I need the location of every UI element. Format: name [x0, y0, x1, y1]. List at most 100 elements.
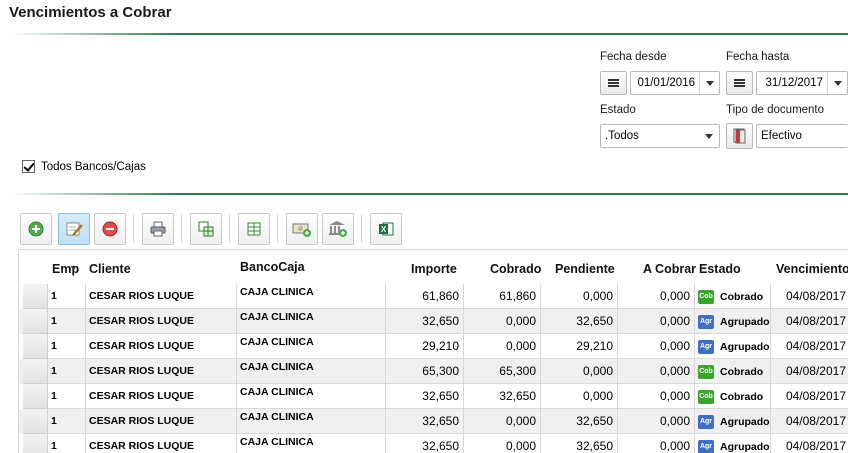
tipo-documento-button[interactable]: [726, 123, 753, 149]
bank-add-button[interactable]: [322, 213, 354, 245]
table-row[interactable]: 1 CESAR RIOS LUQUE CAJA CLINICA 29,210 0,000…: [19, 334, 848, 359]
cell-vencimiento: 04/08/2017: [771, 359, 848, 384]
add-button[interactable]: [20, 213, 52, 245]
cell-pendiente: 29,210: [541, 334, 618, 359]
status-text: Agrupado: [720, 315, 770, 328]
document-icon: [733, 128, 745, 144]
print-button[interactable]: [142, 213, 174, 245]
chevron-down-icon: [705, 80, 714, 86]
row-selector[interactable]: [23, 284, 48, 309]
estado-select[interactable]: .Todos: [600, 124, 720, 148]
agrupado-status-icon: Agr: [698, 439, 714, 453]
table-row[interactable]: 1 CESAR RIOS LUQUE CAJA CLINICA 32,650 0,000…: [19, 434, 848, 453]
tipo-documento-field[interactable]: Efectivo: [756, 124, 848, 148]
cell-vencimiento: 04/08/2017: [771, 409, 848, 434]
todos-bancos-checkbox[interactable]: [22, 160, 35, 173]
estado-label: Estado: [600, 104, 636, 116]
column-header-bancocaja[interactable]: BancoCaja: [240, 260, 305, 274]
fecha-hasta-dropdown[interactable]: [827, 72, 847, 94]
bank-add-icon: [329, 221, 347, 237]
cash-add-button[interactable]: [286, 213, 318, 245]
export-grid-button[interactable]: [190, 213, 222, 245]
agrupado-status-icon: Agr: [698, 314, 714, 329]
table-header: Emp ▼ Cliente BancoCaja Importe Cobrado …: [19, 250, 848, 284]
cell-emp: 1: [48, 384, 86, 409]
cell-cliente: CESAR RIOS LUQUE: [86, 409, 237, 434]
agrupado-status-icon: Agr: [698, 339, 714, 354]
fecha-desde-menu-button[interactable]: [600, 71, 627, 95]
row-selector[interactable]: [23, 334, 48, 359]
cell-importe: 32,650: [386, 384, 464, 409]
excel-icon: X: [379, 222, 394, 236]
cell-emp: 1: [48, 334, 86, 359]
row-selector[interactable]: [23, 384, 48, 409]
table-button[interactable]: [238, 213, 270, 245]
toolbar-separator: [181, 215, 182, 243]
row-selector[interactable]: [23, 434, 48, 453]
row-selector[interactable]: [23, 309, 48, 334]
cell-pendiente: 32,650: [541, 409, 618, 434]
table-icon: [247, 222, 261, 236]
column-header-estado[interactable]: Estado: [699, 262, 741, 276]
cell-bancocaja: CAJA CLINICA: [237, 409, 386, 434]
svg-text:X: X: [381, 225, 387, 234]
cobrado-status-icon: Cob: [698, 289, 714, 304]
cell-cobrado: 0,000: [464, 409, 541, 434]
cell-bancocaja: CAJA CLINICA: [237, 384, 386, 409]
title-divider: [10, 33, 848, 35]
toolbar-separator: [277, 215, 278, 243]
fecha-hasta-field[interactable]: 31/12/2017: [756, 71, 848, 95]
cell-pendiente: 0,000: [541, 384, 618, 409]
column-header-cliente[interactable]: Cliente: [89, 262, 131, 276]
cell-vencimiento: 04/08/2017: [771, 284, 848, 309]
cell-a-cobrar: 0,000: [618, 384, 695, 409]
chevron-down-icon: [705, 133, 713, 139]
cell-emp: 1: [48, 359, 86, 384]
cell-emp: 1: [48, 409, 86, 434]
fecha-hasta-menu-button[interactable]: [726, 71, 753, 95]
status-text: Agrupado: [720, 340, 770, 353]
fecha-desde-dropdown[interactable]: [699, 72, 719, 94]
row-selector[interactable]: [23, 359, 48, 384]
cell-cobrado: 0,000: [464, 334, 541, 359]
fecha-desde-field[interactable]: 01/01/2016: [630, 71, 720, 95]
cell-bancocaja: CAJA CLINICA: [237, 309, 386, 334]
menu-icon: [608, 79, 619, 87]
table-row[interactable]: 1 CESAR RIOS LUQUE CAJA CLINICA 32,650 0,000…: [19, 309, 848, 334]
cell-a-cobrar: 0,000: [618, 334, 695, 359]
cell-emp: 1: [48, 434, 86, 453]
filter-icon[interactable]: ▼: [69, 263, 78, 273]
cell-bancocaja: CAJA CLINICA: [237, 284, 386, 309]
status-text: Cobrado: [720, 390, 764, 403]
row-selector[interactable]: [23, 409, 48, 434]
todos-bancos-checkbox-row[interactable]: Todos Bancos/Cajas: [22, 160, 146, 173]
delete-button[interactable]: [94, 213, 126, 245]
excel-button[interactable]: X: [370, 213, 402, 245]
cell-cliente: CESAR RIOS LUQUE: [86, 284, 237, 309]
estado-value: .Todos: [605, 130, 639, 142]
estado-dropdown[interactable]: [699, 125, 719, 147]
column-header-vencimiento[interactable]: Vencimiento: [776, 262, 848, 276]
fecha-hasta-value: 31/12/2017: [765, 77, 823, 89]
cell-estado: Agr Agrupado: [695, 309, 771, 334]
toolbar-separator: [229, 215, 230, 243]
cell-pendiente: 0,000: [541, 359, 618, 384]
cell-vencimiento: 04/08/2017: [771, 434, 848, 453]
cell-estado: Agr Agrupado: [695, 334, 771, 359]
cell-cliente: CESAR RIOS LUQUE: [86, 384, 237, 409]
cell-cobrado: 65,300: [464, 359, 541, 384]
table-row[interactable]: 1 CESAR RIOS LUQUE CAJA CLINICA 65,300 65,30…: [19, 359, 848, 384]
table-row[interactable]: 1 CESAR RIOS LUQUE CAJA CLINICA 32,650 32,65…: [19, 384, 848, 409]
edit-icon: [66, 222, 83, 237]
column-header-a-cobrar[interactable]: A Cobrar: [643, 262, 696, 276]
table-row[interactable]: 1 CESAR RIOS LUQUE CAJA CLINICA 32,650 0,000…: [19, 409, 848, 434]
table-row[interactable]: 1 CESAR RIOS LUQUE CAJA CLINICA 61,860 61,86…: [19, 284, 848, 309]
cell-cobrado: 32,650: [464, 384, 541, 409]
edit-button[interactable]: [58, 213, 90, 245]
cell-pendiente: 0,000: [541, 284, 618, 309]
cell-importe: 32,650: [386, 409, 464, 434]
cash-add-icon: [292, 223, 311, 237]
column-header-cobrado[interactable]: Cobrado: [490, 262, 541, 276]
column-header-importe[interactable]: Importe: [411, 262, 457, 276]
column-header-pendiente[interactable]: Pendiente: [555, 262, 615, 276]
